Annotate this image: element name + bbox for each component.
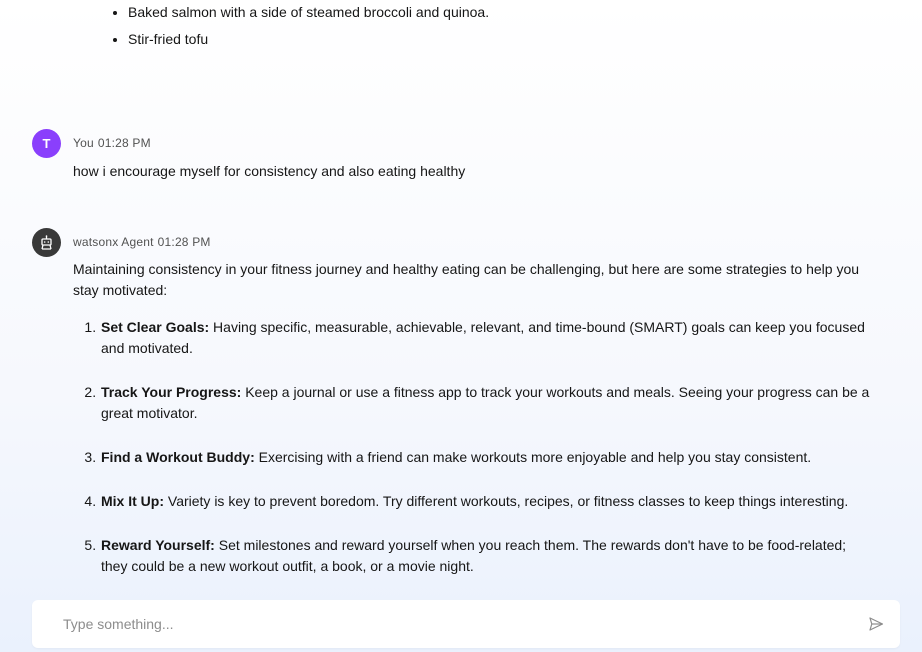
- message-time: 01:28 PM: [97, 136, 151, 150]
- list-item: Set Clear Goals: Having specific, measur…: [100, 317, 873, 359]
- list-item: Mix It Up: Variety is key to prevent bor…: [100, 491, 873, 512]
- message-composer: [32, 600, 900, 648]
- message-input[interactable]: [63, 614, 843, 634]
- message-body: Maintaining consistency in your fitness …: [73, 259, 873, 600]
- tip-title: Track Your Progress:: [101, 384, 242, 400]
- tip-text: Exercising with a friend can make workou…: [254, 449, 812, 465]
- message-time: 01:28 PM: [157, 235, 211, 249]
- tips-list: Set Clear Goals: Having specific, measur…: [73, 317, 873, 577]
- list-item: Find a Workout Buddy: Exercising with a …: [100, 447, 873, 468]
- message-intro: Maintaining consistency in your fitness …: [73, 261, 860, 298]
- user-avatar: T: [32, 129, 61, 158]
- message-meta: watsonx Agent 01:28 PM: [73, 235, 211, 249]
- previous-message-list: Baked salmon with a side of steamed broc…: [101, 2, 489, 56]
- tip-title: Set Clear Goals:: [101, 319, 210, 335]
- message-meta: You 01:28 PM: [73, 136, 151, 150]
- message-text: how i encourage myself for consistency a…: [73, 163, 466, 179]
- send-icon: [869, 617, 884, 631]
- agent-message: watsonx Agent 01:28 PM Maintaining consis…: [32, 228, 882, 600]
- user-message: T You 01:28 PM how i encourage myself for…: [32, 129, 882, 189]
- list-item: Stir-fried tofu: [128, 29, 489, 50]
- chat-transcript[interactable]: Baked salmon with a side of steamed broc…: [0, 0, 922, 600]
- tip-text: Variety is key to prevent boredom. Try d…: [164, 493, 849, 509]
- tip-text: Having specific, measurable, achievable,…: [101, 319, 865, 356]
- tip-title: Mix It Up:: [101, 493, 164, 509]
- robot-icon: [32, 228, 61, 257]
- list-item: Track Your Progress: Keep a journal or u…: [100, 382, 873, 424]
- list-item: Reward Yourself: Set milestones and rewa…: [100, 535, 873, 577]
- sender-name: watsonx Agent: [73, 235, 154, 249]
- tip-title: Reward Yourself:: [101, 537, 215, 553]
- tip-title: Find a Workout Buddy:: [101, 449, 255, 465]
- sender-name: You: [73, 136, 94, 150]
- send-button[interactable]: [868, 616, 884, 632]
- list-item: Baked salmon with a side of steamed broc…: [128, 2, 489, 23]
